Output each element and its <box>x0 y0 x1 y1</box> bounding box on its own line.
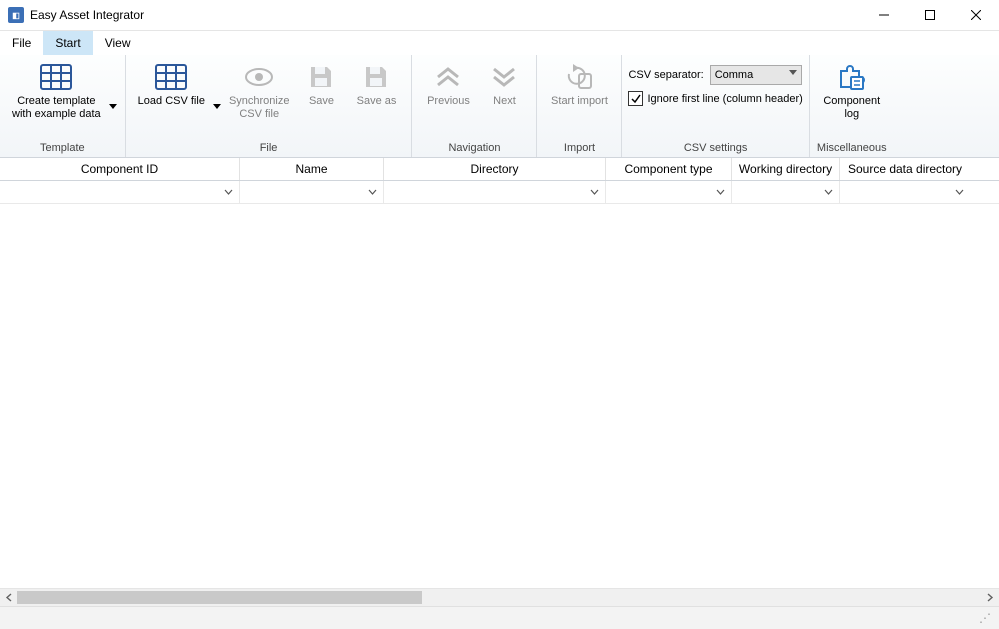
filter-name[interactable] <box>240 181 384 203</box>
next-label: Next <box>493 95 516 108</box>
component-log-label: Component log <box>823 95 880 121</box>
horizontal-scrollbar[interactable] <box>0 588 999 606</box>
group-label-navigation: Navigation <box>412 139 536 157</box>
csv-separator-value: Comma <box>715 69 754 81</box>
scrollbar-track[interactable] <box>17 589 982 606</box>
load-csv-dropdown[interactable] <box>211 104 223 109</box>
component-log-button[interactable]: Component log <box>816 59 888 121</box>
group-label-csv: CSV settings <box>622 139 808 157</box>
save-icon <box>305 61 337 93</box>
maximize-button[interactable] <box>907 0 953 30</box>
column-header-name[interactable]: Name <box>240 158 384 180</box>
tab-start[interactable]: Start <box>43 31 92 55</box>
scroll-left-button[interactable] <box>0 589 17 606</box>
chevron-up-icon <box>432 61 464 93</box>
group-label-import: Import <box>537 139 621 157</box>
close-button[interactable] <box>953 0 999 30</box>
filter-working-directory[interactable] <box>732 181 840 203</box>
chevron-down-icon <box>224 189 233 195</box>
column-header-working-directory[interactable]: Working directory <box>732 158 840 180</box>
tab-view[interactable]: View <box>93 31 143 55</box>
import-icon <box>563 61 595 93</box>
ribbon-group-navigation: Previous Next Navigation <box>412 55 537 157</box>
ribbon-group-import: Start import Import <box>537 55 622 157</box>
chevron-down-icon <box>824 189 833 195</box>
save-as-button[interactable]: Save as <box>347 59 405 108</box>
chevron-down-icon <box>716 189 725 195</box>
scrollbar-thumb[interactable] <box>17 591 422 604</box>
ribbon: Create template with example data Templa… <box>0 55 999 158</box>
filter-component-id[interactable] <box>0 181 240 203</box>
ribbon-group-file: Load CSV file Synchronize CSV file <box>126 55 413 157</box>
create-template-dropdown[interactable] <box>107 104 119 109</box>
start-import-button[interactable]: Start import <box>543 59 615 108</box>
tab-file[interactable]: File <box>0 31 43 55</box>
csv-separator-combo[interactable]: Comma <box>710 65 802 85</box>
group-label-template: Template <box>0 139 125 157</box>
column-header-row: Component ID Name Directory Component ty… <box>0 158 999 181</box>
grid-icon <box>155 61 187 93</box>
create-template-label: Create template with example data <box>12 95 101 121</box>
save-button[interactable]: Save <box>295 59 347 108</box>
checkbox-box <box>628 91 643 106</box>
synchronize-csv-label: Synchronize CSV file <box>229 95 290 121</box>
next-button[interactable]: Next <box>478 59 530 108</box>
ribbon-group-csv: CSV separator: Comma Ignore first line <box>622 55 809 157</box>
filter-source-data-directory[interactable] <box>840 181 970 203</box>
synchronize-csv-button[interactable]: Synchronize CSV file <box>223 59 296 121</box>
load-csv-label: Load CSV file <box>138 95 205 108</box>
app-icon: ◧ <box>8 7 24 23</box>
minimize-button[interactable] <box>861 0 907 30</box>
column-header-component-type[interactable]: Component type <box>606 158 732 180</box>
status-bar: ⋰ <box>0 606 999 629</box>
chevron-down-icon <box>368 189 377 195</box>
column-header-component-id[interactable]: Component ID <box>0 158 240 180</box>
puzzle-icon <box>836 61 868 93</box>
chevron-down-icon <box>488 61 520 93</box>
group-label-misc: Miscellaneous <box>810 139 894 157</box>
ignore-first-line-label: Ignore first line (column header) <box>647 93 802 105</box>
grid-icon <box>40 61 72 93</box>
previous-button[interactable]: Previous <box>418 59 478 108</box>
column-header-directory[interactable]: Directory <box>384 158 606 180</box>
chevron-down-icon <box>955 189 964 195</box>
start-import-label: Start import <box>551 95 608 108</box>
ribbon-group-template: Create template with example data Templa… <box>0 55 126 157</box>
load-csv-button[interactable]: Load CSV file <box>132 59 211 108</box>
scroll-right-button[interactable] <box>982 589 999 606</box>
csv-separator-label: CSV separator: <box>628 69 703 81</box>
previous-label: Previous <box>427 95 470 108</box>
filter-row <box>0 181 999 204</box>
menu-bar: File Start View <box>0 31 999 55</box>
ignore-first-line-checkbox[interactable]: Ignore first line (column header) <box>628 91 802 106</box>
eye-icon <box>243 61 275 93</box>
save-as-icon <box>360 61 392 93</box>
save-label: Save <box>309 95 334 108</box>
ribbon-group-misc: Component log Miscellaneous <box>810 55 894 157</box>
group-label-file: File <box>126 139 412 157</box>
column-header-source-data-directory[interactable]: Source data directory <box>840 158 970 180</box>
resize-grip-icon[interactable]: ⋰ <box>979 611 993 625</box>
title-bar: ◧ Easy Asset Integrator <box>0 0 999 31</box>
chevron-down-icon <box>590 189 599 195</box>
window-title: Easy Asset Integrator <box>30 8 144 22</box>
chevron-down-icon <box>789 70 797 75</box>
filter-directory[interactable] <box>384 181 606 203</box>
create-template-button[interactable]: Create template with example data <box>6 59 107 121</box>
grid-body <box>0 204 999 588</box>
filter-component-type[interactable] <box>606 181 732 203</box>
app-window: ◧ Easy Asset Integrator File Start View <box>0 0 999 629</box>
save-as-label: Save as <box>357 95 397 108</box>
